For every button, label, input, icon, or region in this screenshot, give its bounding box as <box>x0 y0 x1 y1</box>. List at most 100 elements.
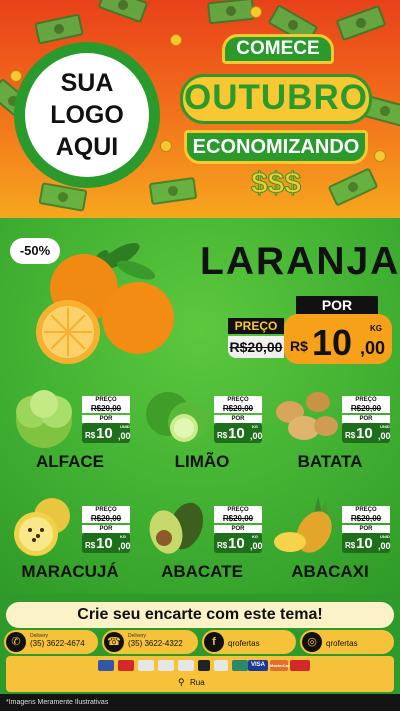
avocado-image <box>149 502 204 554</box>
new-price-label: POR <box>342 415 390 423</box>
product-name: LIMÃO <box>174 452 230 471</box>
location-pin-icon: ⚲ <box>178 677 185 687</box>
coin-decoration <box>160 140 172 152</box>
lettuce-image <box>16 390 72 448</box>
card-icon <box>138 660 154 671</box>
new-price: R$ 10 UNID ,00 <box>342 423 391 443</box>
lime-image <box>146 392 208 442</box>
instagram-contact[interactable]: ◎ qrofertas <box>300 630 394 654</box>
contact-phone: (35) 3622-4674 <box>30 639 85 648</box>
new-price: R$ 10 KG ,00 <box>82 533 131 553</box>
new-price: R$ 10 UNID ,00 <box>342 533 391 553</box>
campaign-title: COMECE OUTUBRO ECONOMIZANDO $$$ <box>178 26 374 202</box>
price-unit: KG <box>120 534 126 539</box>
old-price-label: PREÇO <box>214 506 262 514</box>
new-price-label: POR <box>82 525 130 533</box>
card-icon <box>290 660 310 671</box>
price-integer: 10 <box>96 535 113 552</box>
phone-contact[interactable]: ☎ Delivery (35) 3622-4322 <box>102 630 198 654</box>
cta-banner[interactable]: Crie seu encarte com este tema! <box>6 602 394 628</box>
new-price: R$ 10 KG ,00 <box>214 423 263 443</box>
price-cents: ,00 <box>118 431 131 441</box>
card-icon <box>214 660 228 671</box>
currency-symbol: R$ <box>217 541 228 550</box>
price-unit: KG <box>370 324 382 333</box>
price-unit: UNID <box>380 424 390 429</box>
economizando-label: ECONOMIZANDO <box>184 130 368 164</box>
discount-badge: -50% <box>10 238 60 264</box>
facebook-contact[interactable]: f qrofertas <box>202 630 296 654</box>
new-price: R$ 10 KG ,00 <box>214 533 263 553</box>
coin-decoration <box>250 6 262 18</box>
product-card-alface: PREÇO R$20,00 POR R$ 10 UNID ,00 ALFACE <box>4 382 136 492</box>
price-cents: ,00 <box>378 431 391 441</box>
whatsapp-contact[interactable]: ✆ Delivery (35) 3622-4674 <box>4 630 98 654</box>
price-tag: PREÇO R$20,00 POR R$ 10 UNID ,00 <box>82 396 131 443</box>
logo-placeholder: SUA LOGO AQUI <box>25 53 149 177</box>
old-price: R$20,00 <box>82 514 130 523</box>
product-name: BATATA <box>297 452 363 471</box>
logo-line: SUA <box>60 69 114 97</box>
month-label: OUTUBRO <box>180 74 372 124</box>
price-integer: 10 <box>228 425 245 442</box>
visa-card: VISA <box>248 660 268 671</box>
old-price: R$20,00 <box>214 514 262 523</box>
card-icon <box>178 660 194 671</box>
coin-decoration <box>374 150 386 162</box>
logo-line: AQUI <box>55 133 119 161</box>
currency-symbol: R$ <box>290 338 308 354</box>
price-integer: 10 <box>96 425 113 442</box>
old-price-label: PREÇO <box>82 396 130 404</box>
product-card-abacate: PREÇO R$20,00 POR R$ 10 KG ,00 ABACATE <box>136 492 268 602</box>
featured-price: R$ 10 KG ,00 <box>284 314 392 364</box>
product-card-limao: PREÇO R$20,00 POR R$ 10 KG ,00 LIMÃO <box>136 382 268 492</box>
card-icon <box>98 660 114 671</box>
store-address: Rua <box>190 678 205 687</box>
new-price-label: POR <box>342 525 390 533</box>
price-tag: PREÇO R$20,00 POR R$ 10 KG ,00 <box>82 506 131 553</box>
money-bill-decoration <box>206 0 256 25</box>
product-card-abacaxi: PREÇO R$20,00 POR R$ 10 UNID ,00 ABACAXI <box>264 492 396 602</box>
price-integer: 10 <box>356 535 373 552</box>
logo-line: LOGO <box>50 101 124 129</box>
old-price: R$20,00 <box>342 404 390 413</box>
price-unit: KG <box>252 424 258 429</box>
contact-bar: ✆ Delivery (35) 3622-4674 ☎ Delivery (35… <box>0 630 400 656</box>
product-name: ABACATE <box>161 562 243 581</box>
potato-image <box>276 392 338 440</box>
product-card-maracuja: PREÇO R$20,00 POR R$ 10 KG ,00 MARACUJÁ <box>4 492 136 602</box>
price-cents: ,00 <box>250 541 263 551</box>
payment-methods-bar: VISA MasterCard ⚲ Rua <box>6 656 394 692</box>
header-banner: SUA LOGO AQUI COMECE OUTUBRO ECONOMIZAND… <box>0 0 400 218</box>
dollar-signs: $$$ <box>250 167 302 201</box>
logo-placeholder-ring: SUA LOGO AQUI <box>14 42 160 188</box>
old-price-label: PREÇO <box>228 318 284 334</box>
price-cents: ,00 <box>360 338 386 358</box>
price-integer: 10 <box>228 535 245 552</box>
new-price-label: POR <box>82 415 130 423</box>
card-icon <box>232 660 248 671</box>
passion-fruit-image <box>14 498 70 556</box>
price-integer: 10 <box>356 425 373 442</box>
old-price-label: PREÇO <box>342 506 390 514</box>
price-cents: ,00 <box>118 541 131 551</box>
price-cents: ,00 <box>250 431 263 441</box>
currency-symbol: R$ <box>217 431 228 440</box>
disclaimer-footer: *Imagens Meramente Ilustrativas <box>0 694 400 711</box>
price-tag: PREÇO R$20,00 POR R$ 10 UNID ,00 <box>342 506 391 553</box>
card-icon <box>158 660 174 671</box>
price-tag: PREÇO R$20,00 POR R$ 10 KG ,00 <box>214 506 263 553</box>
product-name: ABACAXI <box>291 562 369 581</box>
card-icon <box>198 660 210 671</box>
contact-phone: (35) 3622-4322 <box>128 639 183 648</box>
product-card-batata: PREÇO R$20,00 POR R$ 10 UNID ,00 BATATA <box>264 382 396 492</box>
price-unit: UNID <box>380 534 390 539</box>
instagram-icon: ◎ <box>302 632 322 652</box>
contact-handle: qrofertas <box>326 639 358 648</box>
price-integer: 10 <box>312 322 353 363</box>
pineapple-image <box>274 496 332 553</box>
product-name: MARACUJÁ <box>21 562 119 581</box>
new-price-label: POR <box>296 296 378 314</box>
price-unit: UNID <box>120 424 130 429</box>
new-price-label: POR <box>214 415 262 423</box>
